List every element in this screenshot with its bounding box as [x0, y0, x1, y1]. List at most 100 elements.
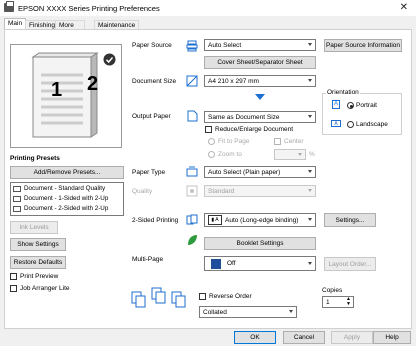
reduce-enlarge-label: Reduce/Enlarge Document	[215, 126, 294, 133]
preset-label: Document - Standard Quality	[24, 185, 106, 192]
zoom-to-label: Zoom to	[218, 151, 242, 158]
paper-source-value: Auto Select	[208, 41, 242, 49]
reduce-enlarge-checkbox[interactable]	[205, 126, 212, 133]
fit-to-page-radio[interactable]	[208, 138, 215, 145]
show-settings-button[interactable]: Show Settings	[10, 238, 66, 251]
collate-pages-icon	[131, 287, 186, 308]
quality-icon	[186, 185, 198, 197]
landscape-radio[interactable]	[347, 121, 354, 128]
two-sided-settings-button[interactable]: Settings...	[324, 213, 376, 227]
ok-button[interactable]: OK	[234, 331, 276, 344]
paper-source-information-button[interactable]: Paper Source Information	[324, 39, 402, 52]
spin-arrows-icon[interactable]: ▲ ▼	[346, 297, 351, 307]
output-paper-label: Output Paper	[132, 113, 171, 120]
long-edge-binding-icon: ▮ A	[208, 215, 222, 225]
chevron-down-icon	[289, 310, 293, 313]
single-page-icon	[211, 258, 221, 269]
portrait-icon: A	[332, 100, 340, 109]
document-size-icon	[186, 75, 198, 87]
chevron-down-icon	[308, 43, 312, 46]
paper-type-value: Auto Select (Plain paper)	[208, 168, 281, 176]
document-preset-icon	[13, 195, 21, 202]
portrait-label: Portrait	[356, 102, 377, 109]
list-item[interactable]: Document - 2-Sided with 2-Up	[13, 205, 108, 212]
zoom-to-radio[interactable]	[208, 151, 215, 158]
checkmark-badge-icon	[103, 53, 116, 66]
close-icon[interactable]: ✕	[400, 2, 408, 13]
presets-heading: Printing Presets	[10, 155, 60, 162]
print-preview-label: Print Preview	[20, 273, 59, 280]
document-preset-icon	[13, 205, 21, 212]
print-preview-thumbnail: 1 2	[10, 44, 122, 148]
orientation-label: Orientation	[326, 89, 360, 96]
presets-list[interactable]: Document - Standard Quality Document - 1…	[10, 182, 124, 216]
preview-page-2-number: 2	[87, 73, 99, 95]
title-bar: EPSON XXXX Series Printing Preferences ✕	[0, 0, 416, 16]
window-title: EPSON XXXX Series Printing Preferences	[18, 4, 160, 13]
document-preset-icon	[13, 185, 21, 192]
chevron-down-icon	[298, 152, 302, 156]
add-remove-presets-button[interactable]: Add/Remove Presets...	[10, 166, 124, 179]
paper-type-select[interactable]: Auto Select (Plain paper)	[204, 166, 316, 178]
fit-to-page-label: Fit to Page	[218, 138, 250, 145]
two-sided-label: 2-Sided Printing	[132, 217, 179, 224]
chevron-down-icon	[308, 170, 312, 173]
tab-more-options[interactable]: More Options	[55, 20, 86, 38]
collate-value: Collated	[203, 308, 227, 316]
paper-type-label: Paper Type	[132, 169, 166, 176]
output-paper-select[interactable]: Same as Document Size	[204, 111, 316, 123]
landscape-label: Landscape	[356, 121, 388, 128]
apply-button[interactable]: Apply	[331, 331, 373, 344]
tab-finishing[interactable]: Finishing	[25, 20, 60, 29]
center-checkbox[interactable]	[274, 138, 281, 145]
leaf-icon	[188, 235, 197, 245]
document-size-select[interactable]: A4 210 x 297 mm	[204, 75, 316, 87]
chevron-down-icon	[308, 115, 312, 118]
cancel-button[interactable]: Cancel	[283, 331, 325, 344]
help-button[interactable]: Help	[373, 331, 411, 344]
job-arranger-checkbox[interactable]	[10, 285, 17, 292]
collate-select[interactable]: Collated	[199, 306, 297, 318]
two-sided-value: Auto (Long-edge binding)	[225, 216, 299, 224]
copies-label: Copies	[322, 287, 343, 294]
two-sided-select[interactable]: ▮ A Auto (Long-edge binding)	[204, 213, 316, 227]
output-paper-icon	[187, 110, 198, 122]
chevron-down-icon	[308, 79, 312, 82]
chevron-down-icon	[308, 261, 312, 265]
printer-icon	[4, 1, 14, 12]
arrow-down-icon	[255, 94, 265, 100]
tab-main[interactable]: Main	[4, 18, 27, 29]
preset-label: Document - 2-Sided with 2-Up	[24, 205, 109, 212]
quality-select[interactable]: Standard	[204, 185, 316, 197]
preview-page-1-number: 1	[51, 79, 63, 101]
multi-page-value: Off	[227, 260, 236, 267]
paper-source-select[interactable]: Auto Select	[204, 39, 316, 51]
cover-sheet-button[interactable]: Cover Sheet/Separator Sheet	[204, 56, 316, 69]
two-sided-icon	[186, 214, 198, 225]
job-arranger-label: Job Arranger Lite	[20, 285, 70, 292]
list-item[interactable]: Document - Standard Quality	[13, 185, 105, 192]
paper-source-icon	[186, 40, 198, 52]
ink-levels-button[interactable]: Ink Levels	[10, 221, 58, 234]
zoom-percent-input[interactable]	[274, 149, 306, 160]
chevron-down-icon	[308, 189, 312, 192]
percent-label: %	[309, 151, 315, 158]
document-size-value: A4 210 x 297 mm	[208, 77, 259, 85]
copies-stepper[interactable]: 1 ▲ ▼	[322, 296, 354, 308]
multi-page-label: Multi-Page	[132, 256, 164, 263]
restore-defaults-button[interactable]: Restore Defaults	[10, 256, 66, 269]
layout-order-button[interactable]: Layout Order...	[324, 257, 376, 271]
reverse-order-checkbox[interactable]	[199, 293, 206, 300]
quality-label: Quality	[132, 188, 153, 195]
center-label: Center	[284, 138, 304, 145]
copies-value: 1	[326, 298, 330, 306]
portrait-radio[interactable]	[347, 102, 354, 109]
tab-maintenance[interactable]: Maintenance	[94, 20, 140, 29]
booklet-settings-button[interactable]: Booklet Settings	[204, 237, 316, 250]
print-preview-checkbox[interactable]	[10, 273, 17, 280]
preset-label: Document - 1-Sided with 2-Up	[24, 195, 109, 202]
list-item[interactable]: Document - 1-Sided with 2-Up	[13, 195, 108, 202]
quality-value: Standard	[208, 187, 235, 195]
reverse-order-label: Reverse Order	[209, 293, 252, 300]
multi-page-select[interactable]: Off	[204, 256, 316, 271]
